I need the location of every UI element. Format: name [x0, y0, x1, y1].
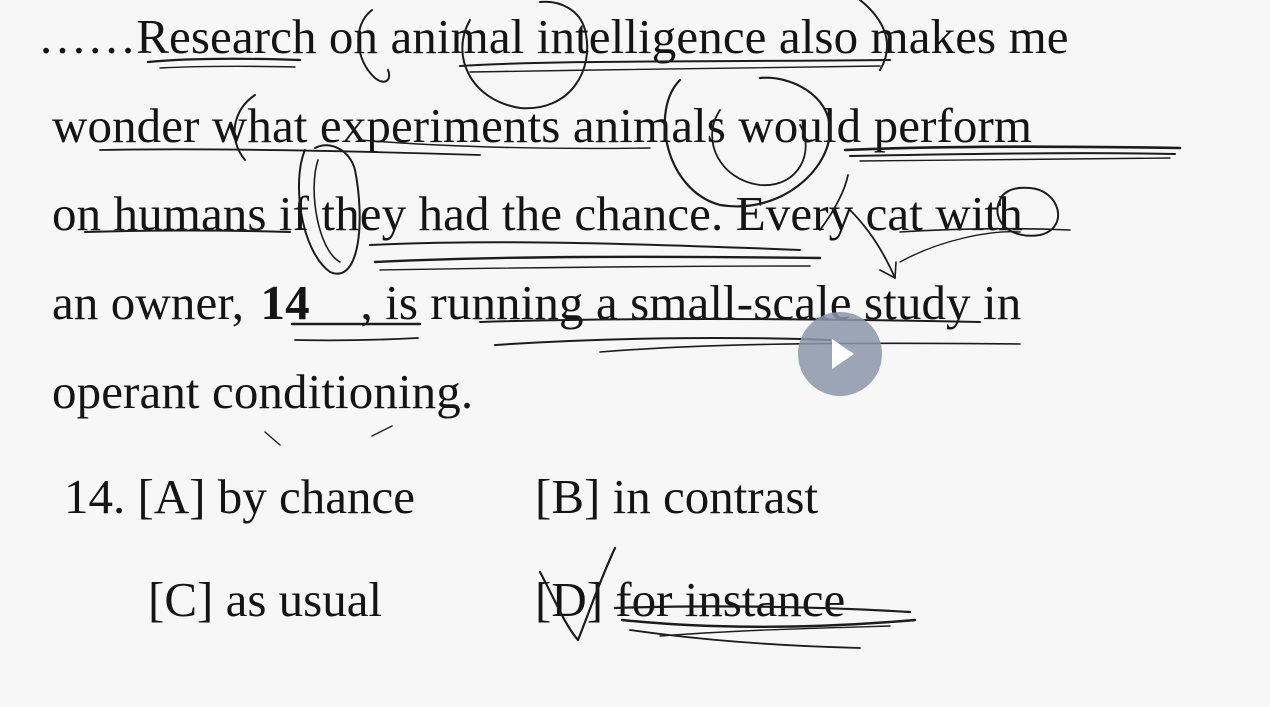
line-4-start: an owner,	[52, 275, 257, 330]
underline-would-perform-3	[859, 157, 1171, 162]
option-d-text: for instance	[615, 572, 846, 627]
question-number: 14.	[64, 469, 126, 524]
passage-line-5: operant conditioning.	[52, 364, 474, 419]
option-d-key: [D]	[535, 572, 604, 627]
passage-line-2: wonder what experiments animals would pe…	[52, 98, 1033, 153]
underline-running-2	[494, 336, 831, 346]
underline-they-had-3	[379, 265, 811, 271]
video-frame[interactable]: ……Research on animal intelligence also m…	[0, 0, 1270, 707]
line-4-end: , is running a small-scale study in	[360, 275, 1022, 330]
answer-blank: 14	[257, 273, 361, 333]
underline-for-instance-3	[629, 629, 861, 649]
passage-line-3: on humans if they had the chance. Every …	[52, 186, 1023, 241]
question-14-row-1: 14. [A] by chance	[64, 467, 415, 527]
option-c: [C] as usual	[148, 570, 382, 630]
option-a: [A] by chance	[138, 469, 416, 524]
play-icon	[832, 339, 854, 369]
option-b-key: [B]	[535, 469, 601, 524]
option-a-key: [A]	[137, 469, 206, 524]
option-b: [B] in contrast	[535, 467, 818, 527]
underline-blank-2	[294, 337, 419, 342]
option-c-text: as usual	[225, 572, 383, 627]
passage-line-1: ……Research on animal intelligence also m…	[38, 9, 1069, 64]
option-b-text: in contrast	[612, 469, 819, 524]
option-d: [D] for instance	[535, 570, 845, 630]
option-c-key: [C]	[148, 572, 214, 627]
passage-line-4: an owner, 14 , is running a small-scale s…	[52, 273, 1021, 333]
underline-they-had-2	[373, 255, 822, 264]
tick-under-operant	[264, 425, 393, 446]
option-a-text: by chance	[217, 469, 416, 524]
blank-number: 14	[260, 275, 310, 330]
play-button[interactable]	[798, 312, 882, 396]
